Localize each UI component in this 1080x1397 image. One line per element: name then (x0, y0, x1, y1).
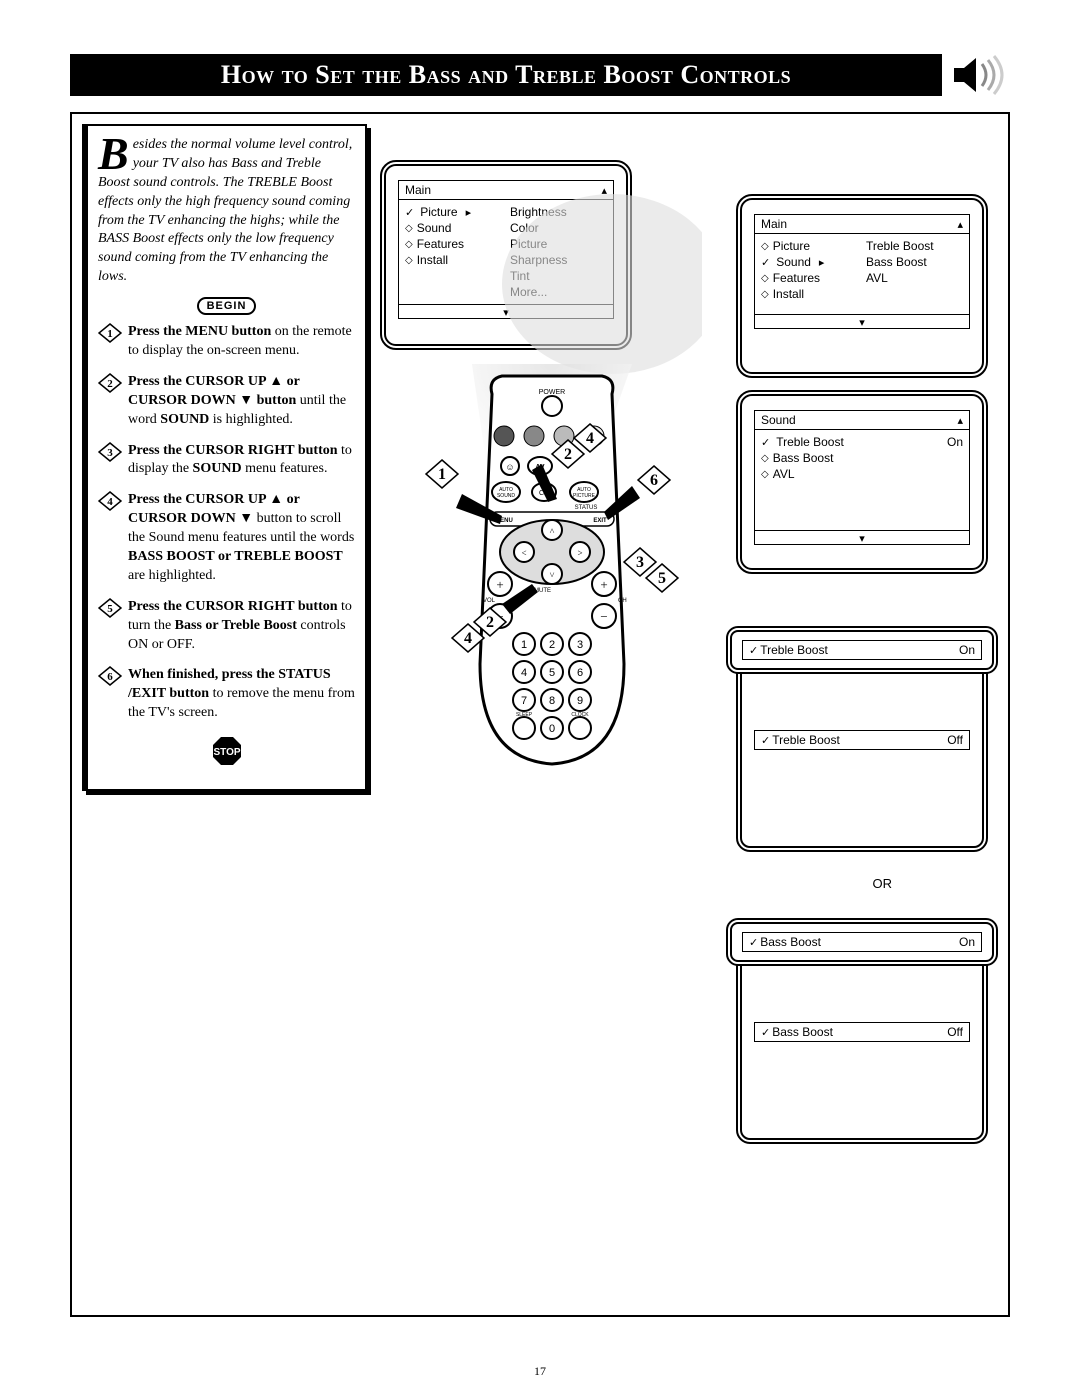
step-number-4: 4 (98, 491, 122, 511)
svg-text:3: 3 (107, 447, 113, 459)
svg-text:CLOCK: CLOCK (571, 712, 589, 718)
svg-text:CH: CH (618, 598, 627, 604)
svg-text:1: 1 (438, 466, 446, 483)
svg-text:EXIT: EXIT (593, 518, 607, 524)
step-number-3: 3 (98, 442, 122, 462)
svg-text:6: 6 (107, 671, 113, 683)
step-5: 5 Press the CURSOR RIGHT button to turn … (98, 598, 355, 655)
instructions-panel: Besides the normal volume level control,… (82, 124, 367, 791)
step-2: 2 Press the CURSOR UP ▲ or CURSOR DOWN ▼… (98, 373, 355, 430)
svg-text:STOP: STOP (213, 747, 240, 758)
svg-text:+: + (600, 577, 607, 592)
svg-text:7: 7 (521, 695, 527, 707)
page-number: 17 (0, 1364, 1080, 1379)
tv-screen-main-sound: Main ◇Picture Sound ◇Features ◇Install T… (736, 194, 988, 378)
step-number-1: 1 (98, 323, 122, 343)
strip-bass-on: Bass Boost On (726, 918, 998, 966)
step-1: 1 Press the MENU button on the remote to… (98, 323, 355, 361)
remote-illustration: POWER ☺ AV AUTO SOUND CC AUTO (372, 164, 702, 804)
svg-text:5: 5 (107, 603, 113, 615)
svg-text:PICTURE: PICTURE (573, 493, 596, 499)
step-6: 6 When finished, press the STATUS /EXIT … (98, 666, 355, 723)
title-bar: How to Set the Bass and Treble Boost Con… (70, 54, 1010, 96)
svg-text:SOUND: SOUND (497, 493, 515, 499)
stop-icon: STOP (211, 735, 243, 767)
or-label: OR (873, 876, 893, 891)
svg-text:9: 9 (577, 695, 583, 707)
svg-text:4: 4 (586, 430, 594, 447)
content-frame: Besides the normal volume level control,… (70, 112, 1010, 1317)
begin-pill: BEGIN (197, 297, 257, 315)
svg-text:SLEEP: SLEEP (516, 712, 533, 718)
step-number-5: 5 (98, 598, 122, 618)
svg-text:6: 6 (650, 472, 658, 489)
svg-text:3: 3 (636, 554, 644, 571)
intro-paragraph: Besides the normal volume level control,… (98, 136, 355, 287)
svg-text:˂: ˂ (521, 548, 526, 558)
tv-screen-treble-off: Treble Boost Off (736, 652, 988, 852)
svg-text:˄: ˄ (549, 526, 554, 536)
svg-text:2: 2 (564, 446, 572, 463)
svg-text:8: 8 (549, 695, 555, 707)
svg-text:5: 5 (658, 570, 666, 587)
svg-text:5: 5 (549, 667, 555, 679)
svg-text:2: 2 (107, 378, 113, 390)
svg-text:3: 3 (577, 639, 583, 651)
svg-text:4: 4 (521, 667, 527, 679)
strip-treble-on: Treble Boost On (726, 626, 998, 674)
drop-cap: B (98, 136, 133, 173)
svg-text:+: + (496, 577, 503, 592)
svg-text:6: 6 (577, 667, 583, 679)
svg-text:2: 2 (549, 639, 555, 651)
svg-text:STATUS: STATUS (575, 505, 598, 511)
svg-text:4: 4 (107, 496, 113, 508)
manual-page: How to Set the Bass and Treble Boost Con… (0, 0, 1080, 1397)
step-4: 4 Press the CURSOR UP ▲ or CURSOR DOWN ▼… (98, 491, 355, 585)
svg-text:1: 1 (107, 328, 113, 340)
intro-text: esides the normal volume level control, … (98, 137, 352, 284)
svg-text:☺: ☺ (505, 462, 514, 472)
stop-marker: STOP (98, 735, 355, 767)
page-title: How to Set the Bass and Treble Boost Con… (70, 54, 942, 96)
svg-text:POWER: POWER (539, 389, 565, 396)
tv-screen-bass-off: Bass Boost Off (736, 944, 988, 1144)
step-3: 3 Press the CURSOR RIGHT button to displ… (98, 442, 355, 480)
tv-screen-sound-submenu: Sound Treble Boost ◇Bass Boost ◇AVL On (736, 390, 988, 574)
svg-text:−: − (600, 609, 607, 624)
step-number-2: 2 (98, 373, 122, 393)
step-number-6: 6 (98, 666, 122, 686)
svg-text:2: 2 (486, 614, 494, 631)
speaker-icon (950, 54, 1010, 96)
svg-text:VOL: VOL (483, 598, 496, 604)
svg-text:0: 0 (549, 723, 555, 735)
svg-text:1: 1 (521, 639, 527, 651)
svg-text:˅: ˅ (549, 570, 554, 580)
begin-marker: BEGIN (98, 297, 355, 315)
svg-text:˃: ˃ (577, 548, 582, 558)
svg-text:4: 4 (464, 630, 472, 647)
